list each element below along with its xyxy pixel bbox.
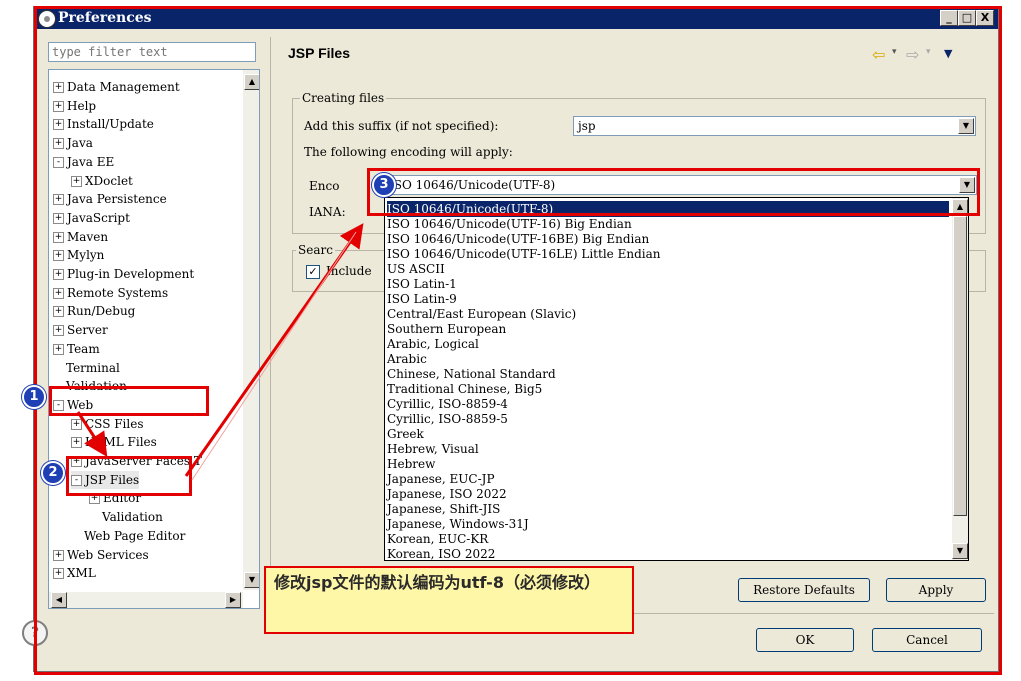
step-badge-3: 3 bbox=[372, 173, 396, 197]
step-badge-2: 2 bbox=[41, 461, 65, 485]
arrow-web-to-jsp bbox=[76, 411, 108, 458]
arrow-shadow bbox=[191, 231, 357, 481]
step-badge-1: 1 bbox=[22, 385, 46, 409]
annotation-note: 修改jsp文件的默认编码为utf-8（必须修改） bbox=[264, 566, 634, 634]
